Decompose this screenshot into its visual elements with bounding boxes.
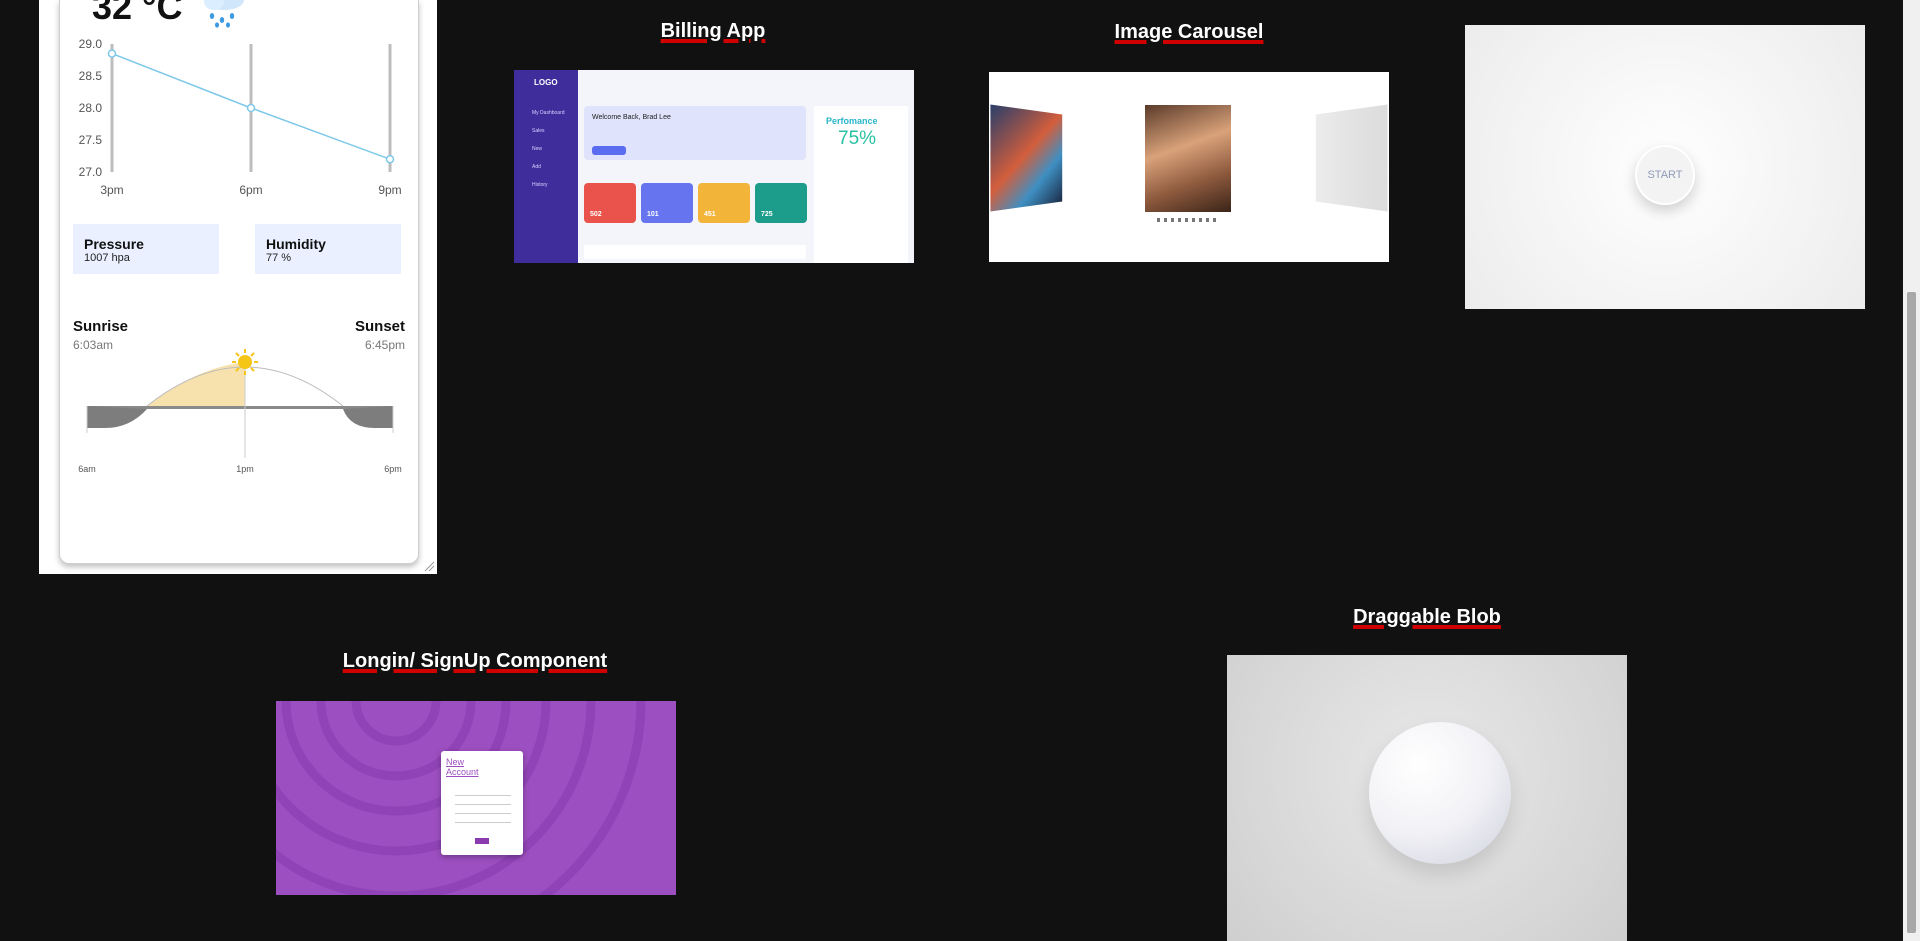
sun-path-chart: 6am 1pm 6pm [78,349,402,474]
billing-stat-card: 502 [584,183,636,223]
scrollbar-thumb[interactable] [1907,292,1916,933]
billing-recent-row [584,245,806,259]
temperature-point [107,49,117,58]
y-tick-label: 29.0 [79,37,103,51]
start-button[interactable]: START [1635,145,1695,205]
temperature-point [385,154,395,164]
sun-axis-tick: 6am [78,464,96,474]
image-carousel-title[interactable]: Image Carousel [1115,21,1264,44]
pressure-value: 1007 hpa [84,252,130,264]
billing-welcome-banner: Welcome Back, Brad Lee [584,106,806,160]
carousel-slide [1315,104,1388,212]
y-tick-label: 27.5 [79,133,103,147]
billing-logo: LOGO [534,78,558,87]
x-tick-label: 9pm [378,183,401,197]
login-signup-thumbnail[interactable]: New Account [276,701,676,895]
pressure-box: Pressure 1007 hpa [73,224,219,274]
weather-panel: 32 °C 29.0 28.5 28.0 27.5 27.0 3pm 6pm 9pm Pres… [59,0,419,564]
signup-submit-button[interactable] [475,838,489,844]
carousel-slide [990,104,1063,212]
image-carousel-thumbnail[interactable] [989,72,1389,262]
humidity-box: Humidity 77 % [255,224,401,274]
draggable-blob[interactable] [1369,722,1511,864]
signup-form-card: New Account [441,751,523,855]
draggable-blob-title[interactable]: Draggable Blob [1353,606,1501,629]
y-tick-label: 28.5 [79,69,103,83]
sunset-label: Sunset [354,318,405,335]
login-signup-title[interactable]: Longin/ SignUp Component [343,650,607,673]
signup-form-title: New Account [446,757,479,777]
x-tick-label: 3pm [100,183,123,197]
page-scrollbar[interactable] [1903,0,1920,941]
billing-app-thumbnail[interactable]: LOGO My Dashboard Sales New Add History We… [514,70,914,263]
y-tick-label: 27.0 [79,165,103,179]
sun-axis-tick: 1pm [236,464,254,474]
draggable-blob-thumbnail[interactable] [1227,655,1627,941]
start-button-thumbnail[interactable]: START [1465,25,1865,309]
humidity-value: 77 % [266,252,292,264]
billing-stat-card: 451 [698,183,750,223]
billing-nav: My Dashboard Sales New Add History [532,110,565,188]
sun-axis-tick: 6pm [384,464,402,474]
temperature-point [246,103,256,113]
weather-widget-card[interactable]: 32 °C 29.0 28.5 28.0 27.5 27.0 3pm 6pm 9pm Pres… [39,0,437,574]
carousel-slide [1145,105,1231,212]
billing-stat-card: 725 [755,183,807,223]
resize-handle-icon[interactable] [423,560,435,572]
billing-app-title[interactable]: Billing App [661,20,766,43]
x-tick-label: 6pm [239,183,262,197]
humidity-label: Humidity [266,236,326,252]
temperature-line-chart: 29.0 28.5 28.0 27.5 27.0 3pm 6pm 9pm [79,37,402,197]
temperature-value: 32 °C [92,0,183,27]
carousel-dots[interactable] [1157,218,1217,222]
signup-form-fields[interactable] [455,787,511,827]
sunrise-label: Sunrise [73,318,129,335]
billing-stat-card: 101 [641,183,693,223]
y-tick-label: 28.0 [79,101,103,115]
pressure-label: Pressure [84,236,144,252]
rain-cloud-icon [204,0,244,28]
billing-sidebar: LOGO My Dashboard Sales New Add History [514,70,578,263]
billing-performance-panel: Perfomance 75% [814,106,908,263]
